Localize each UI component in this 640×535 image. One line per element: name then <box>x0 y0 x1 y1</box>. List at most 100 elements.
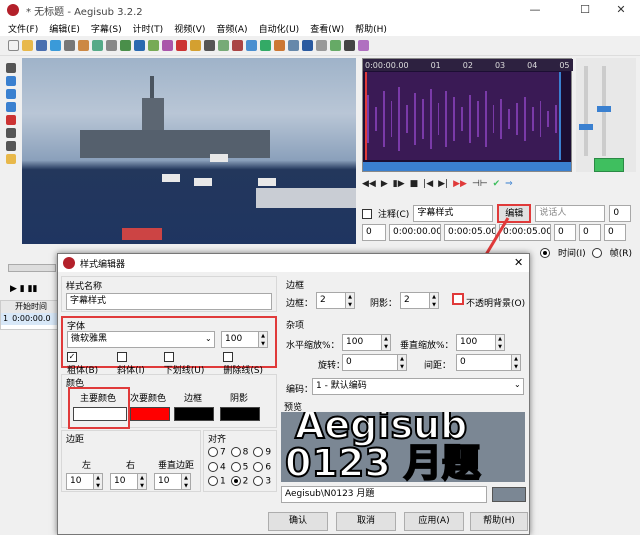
cancel-button[interactable]: 取消 <box>336 512 396 531</box>
spin-arrows[interactable]: ▲ ▼ <box>430 292 439 309</box>
alignment-option[interactable]: 2 <box>230 476 254 487</box>
prev-line-icon[interactable]: ◀◀ <box>362 179 376 189</box>
zoom-slider[interactable] <box>584 66 588 156</box>
rotation-stepper[interactable]: 0 ▲ ▼ <box>342 354 407 371</box>
margin-left-field[interactable]: 0 <box>554 224 576 241</box>
list-icon[interactable] <box>106 40 117 51</box>
next-icon[interactable]: ⇒ <box>505 179 513 189</box>
rotate-xy-icon[interactable] <box>6 102 16 112</box>
minimize-button[interactable]: — <box>520 0 550 20</box>
time-radio[interactable] <box>540 247 550 258</box>
close-button[interactable]: ✕ <box>606 0 636 20</box>
margin-vertical-input[interactable]: 10 <box>154 473 182 490</box>
outline-width-stepper[interactable]: 2 ▲ ▼ <box>316 292 355 309</box>
scale-y-stepper[interactable]: 100 ▲ ▼ <box>456 334 505 351</box>
opaque-box-checkbox[interactable] <box>452 293 464 305</box>
outline-width-input[interactable]: 2 <box>316 292 346 309</box>
menu-view[interactable]: 查看(W) <box>310 22 344 35</box>
save-icon[interactable] <box>36 40 47 51</box>
menu-help[interactable]: 帮助(H) <box>355 22 387 35</box>
options-icon[interactable] <box>344 40 355 51</box>
encoding-select[interactable]: 1 - 默认编码 <box>312 378 524 395</box>
alignment-radio[interactable] <box>208 476 218 486</box>
alignment-option[interactable]: 9 <box>253 447 276 458</box>
clip-icon[interactable] <box>6 128 16 138</box>
layer-field[interactable]: 0 <box>362 224 386 241</box>
find-icon[interactable] <box>246 40 257 51</box>
shadow-depth-input[interactable]: 2 <box>400 292 430 309</box>
jump-icon[interactable] <box>50 40 61 51</box>
margin-right-field[interactable]: 0 <box>579 224 601 241</box>
alignment-radio[interactable] <box>208 447 218 457</box>
style-name-input[interactable]: 字幕样式 <box>66 293 272 310</box>
secondary-color-swatch[interactable] <box>130 407 170 421</box>
timing-icon[interactable] <box>274 40 285 51</box>
menu-subtitle[interactable]: 字幕(S) <box>91 22 122 35</box>
spin-arrows[interactable]: ▲ ▼ <box>512 354 521 371</box>
scale-x-stepper[interactable]: 100 ▲ ▼ <box>342 334 391 351</box>
margin-right-input[interactable]: 10 <box>110 473 138 490</box>
spin-arrows[interactable]: ▲ ▼ <box>259 331 268 348</box>
alignment-radio[interactable] <box>230 461 241 472</box>
strikeout-checkbox[interactable] <box>223 352 234 362</box>
alignment-option[interactable]: 4 <box>208 461 231 472</box>
play-to-end-icon[interactable]: ▶▶ <box>453 179 467 189</box>
margin-left-stepper[interactable]: 10 ▲ ▼ <box>66 473 103 490</box>
font-collector-icon[interactable] <box>218 40 229 51</box>
commit-icon[interactable]: ✔ <box>493 179 501 189</box>
spin-arrows[interactable]: ▲ ▼ <box>398 354 407 371</box>
margin-left-input[interactable]: 10 <box>66 473 94 490</box>
volume-thumb[interactable] <box>597 106 611 112</box>
alignment-option[interactable]: 5 <box>230 461 254 472</box>
automation-icon[interactable] <box>232 40 243 51</box>
snap-icon[interactable] <box>288 40 299 51</box>
outline-color-swatch[interactable] <box>174 407 214 421</box>
actor-field[interactable]: 说话人 <box>535 205 606 222</box>
open-file-icon[interactable] <box>22 40 33 51</box>
stop-icon[interactable] <box>302 40 313 51</box>
layout-icon[interactable] <box>162 40 173 51</box>
table-row[interactable]: 1 0:00:00.0 <box>1 313 57 325</box>
apply-button[interactable]: 应用(A) <box>404 512 464 531</box>
subtitle-grid[interactable]: 开始时间 1 0:00:00.0 <box>0 300 58 330</box>
zoom-thumb[interactable] <box>579 124 593 130</box>
menu-video[interactable]: 视频(V) <box>174 22 205 35</box>
play-after-icon[interactable]: ▶| <box>438 179 448 189</box>
effect-field[interactable]: 0 <box>609 205 632 222</box>
shift-times-icon[interactable] <box>330 40 341 51</box>
attach-icon[interactable] <box>204 40 215 51</box>
spin-arrows[interactable]: ▲ ▼ <box>346 292 355 309</box>
margin-vertical-stepper[interactable]: 10 ▲ ▼ <box>154 473 191 490</box>
spin-arrows[interactable]: ▲ ▼ <box>382 334 391 351</box>
commit-box[interactable] <box>594 158 624 172</box>
margin-right-stepper[interactable]: 10 ▲ ▼ <box>110 473 147 490</box>
chevron-down-icon[interactable]: ⌄ <box>205 334 212 343</box>
spellcheck-icon[interactable] <box>260 40 271 51</box>
selection-end-marker[interactable] <box>559 72 561 160</box>
film-icon[interactable] <box>134 40 145 51</box>
alignment-radio[interactable] <box>253 447 264 457</box>
font-size-input[interactable]: 100 <box>221 331 259 348</box>
grid-icon[interactable] <box>148 40 159 51</box>
audio-display[interactable]: 0:00:00.00 01 02 03 04 05 <box>362 58 573 172</box>
alignment-radio[interactable] <box>230 447 241 457</box>
tool-icon[interactable] <box>64 40 75 51</box>
underline-checkbox[interactable] <box>163 352 174 362</box>
comment-checkbox[interactable] <box>362 208 372 219</box>
primary-color-swatch[interactable] <box>73 407 127 421</box>
shadow-depth-stepper[interactable]: 2 ▲ ▼ <box>400 292 439 309</box>
video-seek-bar[interactable] <box>8 264 56 272</box>
spin-arrows[interactable]: ▲ ▼ <box>182 473 191 490</box>
kanji-icon[interactable] <box>358 40 369 51</box>
style-icon[interactable] <box>176 40 187 51</box>
alignment-radio[interactable] <box>208 461 218 472</box>
preview-background-color[interactable] <box>492 487 526 502</box>
bold-checkbox[interactable]: ✓ <box>67 352 77 362</box>
alignment-option[interactable]: 7 <box>208 447 231 458</box>
scale-icon[interactable] <box>6 115 16 125</box>
rotation-input[interactable]: 0 <box>342 354 398 371</box>
menu-timing[interactable]: 计时(T) <box>133 22 164 35</box>
pen-icon[interactable] <box>78 40 89 51</box>
alignment-radio[interactable] <box>230 476 241 486</box>
dialog-close-button[interactable]: ✕ <box>514 256 523 269</box>
